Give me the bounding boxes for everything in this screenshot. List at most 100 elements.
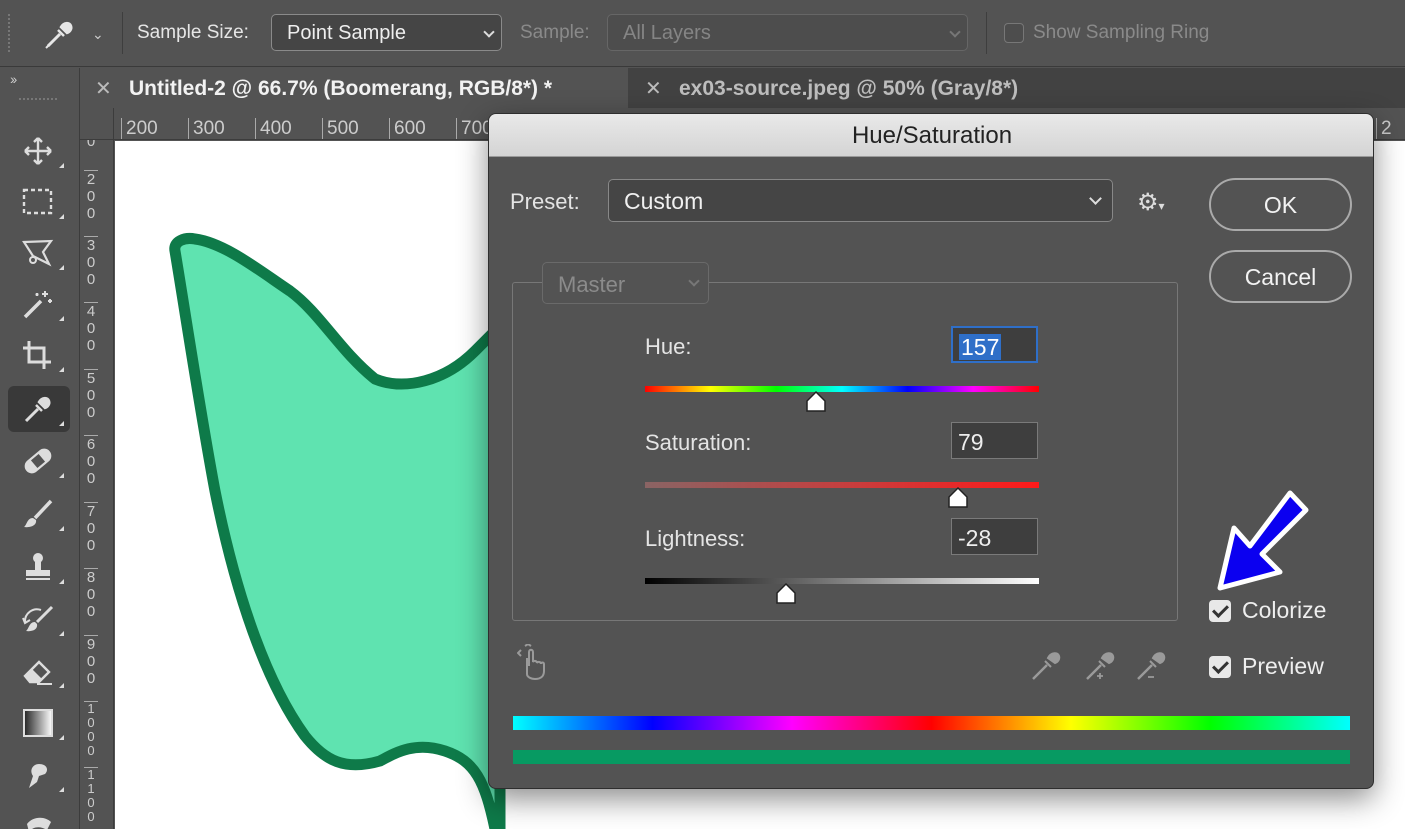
ruler-tick: 400: [84, 302, 98, 354]
tools-panel-grip[interactable]: [19, 98, 57, 104]
boomerang-shape: [169, 233, 506, 829]
hidden-tool-partial[interactable]: [8, 804, 70, 829]
tab-ex03-source[interactable]: ✕ ex03-source.jpeg @ 50% (Gray/8*): [628, 68, 1088, 108]
history-brush-tool[interactable]: [8, 596, 70, 642]
show-sampling-ring-label: Show Sampling Ring: [1033, 22, 1210, 43]
preset-label: Preset:: [510, 189, 580, 214]
chevron-down-icon: [483, 26, 495, 38]
hue-value: 157: [959, 334, 1002, 360]
clone-stamp-icon: [26, 553, 50, 580]
brush-icon: [24, 499, 53, 528]
tools-panel: ››: [0, 68, 80, 829]
lightness-slider[interactable]: [645, 578, 1039, 584]
channel-value: Master: [558, 272, 626, 297]
saturation-value: 79: [958, 429, 984, 455]
preview-label: Preview: [1242, 653, 1324, 679]
lasso-tool[interactable]: [8, 230, 70, 276]
tool-preset-chevron-icon[interactable]: ⌄: [92, 26, 104, 43]
input-color-bar: [513, 716, 1350, 730]
brush-tool[interactable]: [8, 491, 70, 537]
marquee-tool[interactable]: [8, 179, 70, 225]
chevron-down-icon: [1089, 192, 1102, 205]
magic-wand-tool[interactable]: [8, 281, 70, 327]
eyedropper-icon[interactable]: [40, 18, 76, 50]
bandage-icon: [24, 448, 52, 474]
ruler-tick: 1000: [84, 701, 98, 758]
hue-label: Hue:: [645, 334, 692, 359]
hue-input[interactable]: 157: [951, 326, 1038, 363]
options-bar: ⌄ Sample Size: Point Sample Sample: All …: [0, 0, 1405, 67]
preview-checkbox[interactable]: [1209, 656, 1231, 678]
tab-title: Untitled-2 @ 66.7% (Boomerang, RGB/8*) *: [129, 77, 553, 100]
sample-select[interactable]: All Layers: [607, 14, 968, 51]
ruler-tick: 0: [84, 140, 98, 150]
magic-wand-icon: [23, 291, 52, 319]
sample-label: Sample:: [520, 22, 590, 43]
ruler-tick: 600: [389, 118, 426, 139]
eyedropper-tool[interactable]: [8, 386, 70, 432]
hue-slider[interactable]: [645, 386, 1039, 392]
crop-tool[interactable]: [8, 332, 70, 378]
adjustment-group: [512, 282, 1178, 621]
move-tool[interactable]: [8, 128, 70, 174]
smudge-tool[interactable]: [8, 752, 70, 798]
eyedropper-subtract-icon[interactable]: [1134, 646, 1168, 682]
lightness-value: -28: [958, 525, 992, 551]
lightness-label: Lightness:: [645, 526, 746, 551]
ruler-tick: 800: [84, 568, 98, 620]
options-divider: [122, 12, 123, 54]
tab-untitled-2[interactable]: ✕ Untitled-2 @ 66.7% (Boomerang, RGB/8*)…: [80, 68, 628, 108]
vertical-ruler: 0 200 300 400 500 600 700 800 900 1000 1…: [80, 140, 114, 829]
ruler-origin[interactable]: [80, 108, 114, 139]
sample-size-label: Sample Size:: [137, 22, 249, 43]
move-icon: [24, 137, 52, 165]
preset-select[interactable]: Custom: [608, 179, 1113, 222]
lightness-slider-thumb[interactable]: [774, 582, 798, 606]
pen-icon: [27, 817, 51, 829]
sample-size-select[interactable]: Point Sample: [271, 14, 502, 51]
collapse-panel-icon[interactable]: ››: [10, 71, 17, 87]
targeted-adjustment-hand-icon[interactable]: [517, 644, 551, 680]
ruler-tick: 300: [188, 118, 225, 139]
chevron-down-icon: [688, 275, 700, 287]
colorize-checkbox[interactable]: [1209, 600, 1231, 622]
gear-icon[interactable]: ⚙▾: [1137, 188, 1165, 217]
ruler-tick: 1100: [84, 767, 98, 824]
ruler-tick: 2: [1376, 118, 1392, 139]
eraser-tool[interactable]: [8, 648, 70, 694]
cancel-button[interactable]: Cancel: [1209, 250, 1352, 303]
hue-slider-thumb[interactable]: [804, 390, 828, 414]
history-brush-icon: [22, 605, 54, 632]
sample-value: All Layers: [623, 22, 711, 44]
saturation-slider-thumb[interactable]: [946, 486, 970, 510]
ok-button[interactable]: OK: [1209, 178, 1352, 231]
rectangle-marquee-icon: [22, 188, 53, 215]
options-bar-grip[interactable]: [8, 14, 12, 52]
dialog-title: Hue/Saturation: [489, 114, 1373, 157]
eyedropper-add-icon[interactable]: [1083, 646, 1117, 682]
saturation-input[interactable]: 79: [951, 422, 1038, 459]
close-icon[interactable]: ✕: [645, 76, 662, 101]
healing-brush-tool[interactable]: [8, 438, 70, 484]
show-sampling-ring-checkbox[interactable]: [1004, 23, 1024, 43]
close-icon[interactable]: ✕: [95, 76, 112, 101]
crop-icon: [23, 341, 51, 369]
ruler-tick: 600: [84, 435, 98, 487]
ruler-tick: 500: [84, 369, 98, 421]
eyedropper-icon[interactable]: [1029, 646, 1063, 682]
ruler-tick: 200: [84, 170, 98, 222]
channel-select[interactable]: Master: [542, 262, 709, 304]
eraser-icon: [23, 660, 52, 685]
ruler-tick: 200: [121, 118, 158, 139]
gradient-tool[interactable]: [8, 700, 70, 746]
output-color-bar: [513, 750, 1350, 764]
document-tabs: ✕ Untitled-2 @ 66.7% (Boomerang, RGB/8*)…: [80, 68, 1405, 108]
colorize-label: Colorize: [1242, 597, 1327, 623]
saturation-slider[interactable]: [645, 482, 1039, 488]
gradient-icon: [23, 709, 53, 737]
chevron-down-icon: [949, 26, 961, 38]
preset-value: Custom: [624, 188, 704, 214]
lightness-input[interactable]: -28: [951, 518, 1038, 555]
ruler-tick: 400: [255, 118, 292, 139]
stamp-tool[interactable]: [8, 544, 70, 590]
